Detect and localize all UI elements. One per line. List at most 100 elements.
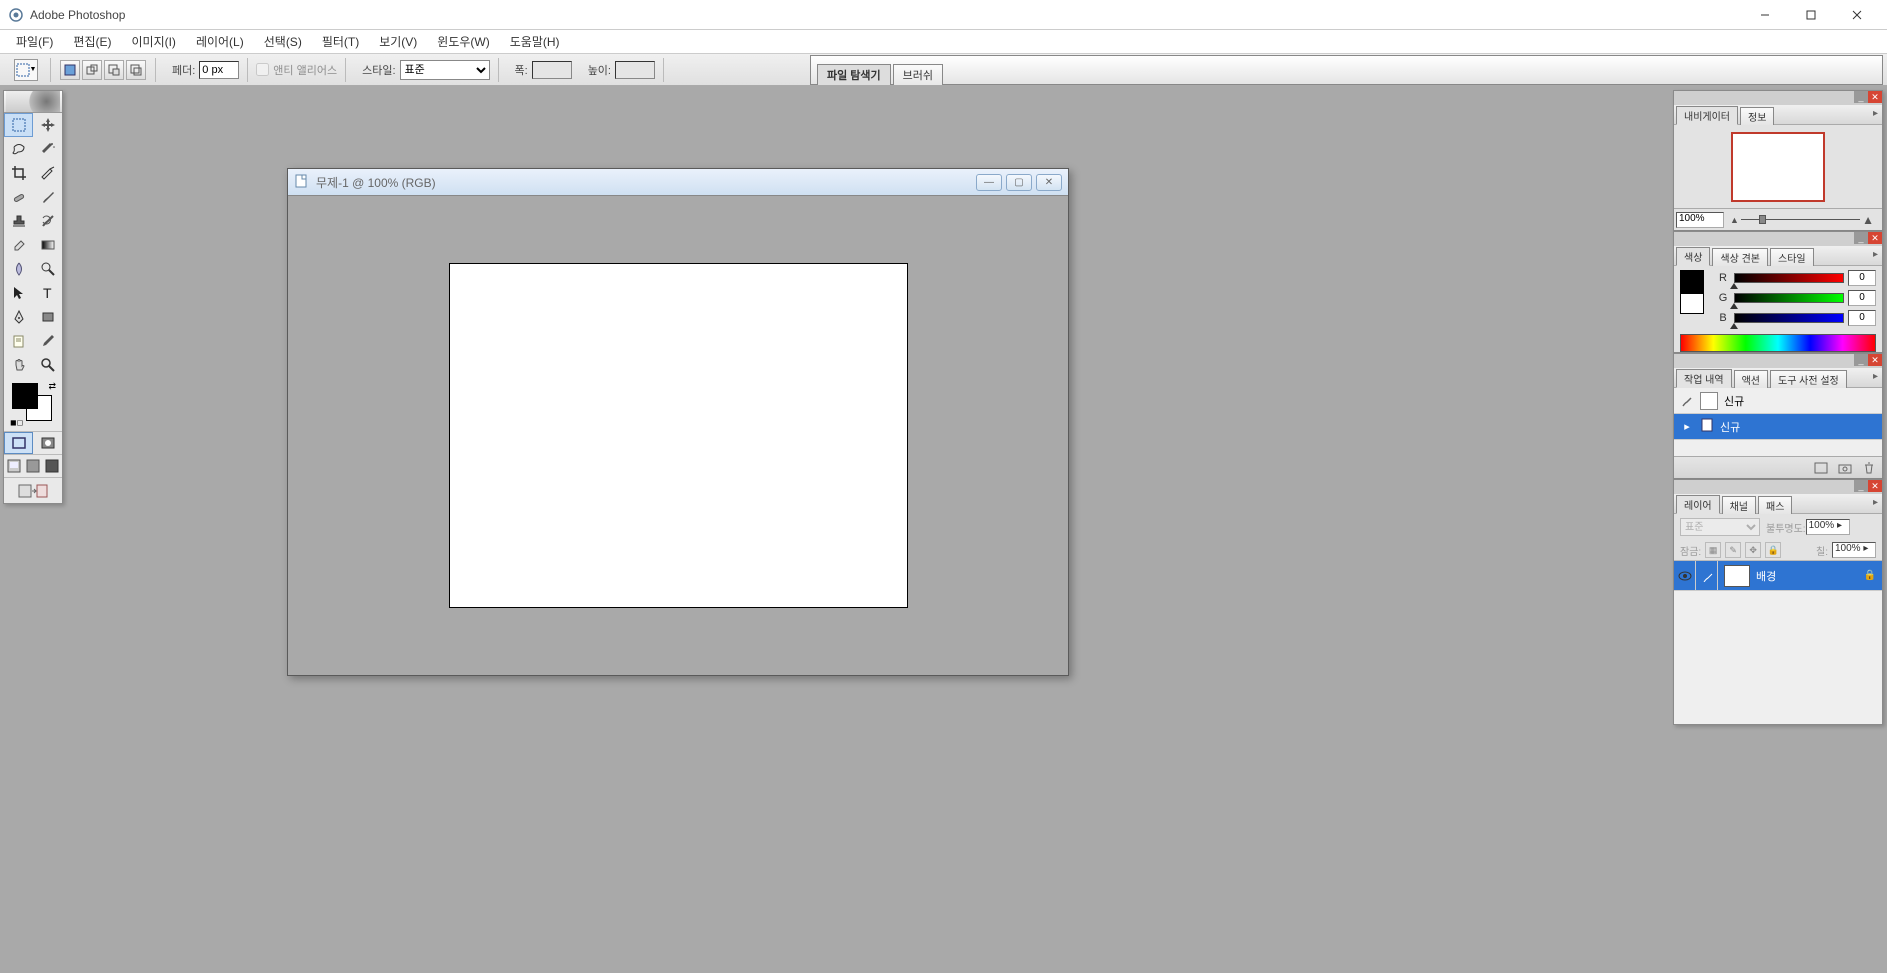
tool-gradient[interactable] bbox=[33, 233, 62, 257]
tool-eyedropper[interactable] bbox=[33, 329, 62, 353]
menu-edit[interactable]: 편집(E) bbox=[63, 31, 121, 52]
tool-brush[interactable] bbox=[33, 185, 62, 209]
tool-wand[interactable] bbox=[33, 137, 62, 161]
color-minimize-icon[interactable]: _ bbox=[1854, 232, 1868, 244]
r-value[interactable]: 0 bbox=[1848, 270, 1876, 286]
navigator-preview[interactable] bbox=[1674, 125, 1882, 208]
layer-visibility-icon[interactable] bbox=[1674, 561, 1696, 590]
tab-layers[interactable]: 레이어 bbox=[1676, 495, 1720, 514]
tab-channels[interactable]: 채널 bbox=[1722, 496, 1756, 514]
document-titlebar[interactable]: 무제-1 @ 100% (RGB) — ▢ ✕ bbox=[288, 169, 1068, 196]
tool-crop[interactable] bbox=[4, 161, 33, 185]
tab-color[interactable]: 색상 bbox=[1676, 247, 1710, 266]
zoom-in-icon[interactable]: ▲ bbox=[1862, 213, 1874, 227]
close-button[interactable] bbox=[1843, 5, 1871, 25]
tab-navigator[interactable]: 내비게이터 bbox=[1676, 106, 1738, 125]
doc-minimize-button[interactable]: — bbox=[976, 174, 1002, 191]
tool-path-select[interactable] bbox=[4, 281, 33, 305]
screen-full-menubar[interactable] bbox=[23, 455, 42, 477]
swap-colors-icon[interactable]: ⇄ bbox=[48, 381, 56, 392]
tool-shape[interactable] bbox=[33, 305, 62, 329]
layers-minimize-icon[interactable]: _ bbox=[1854, 480, 1868, 492]
tool-eraser[interactable] bbox=[4, 233, 33, 257]
r-slider[interactable] bbox=[1734, 273, 1844, 283]
tool-zoom[interactable] bbox=[33, 353, 62, 377]
fill-value[interactable]: 100% ▸ bbox=[1832, 542, 1876, 558]
menu-filter[interactable]: 필터(T) bbox=[312, 31, 369, 52]
tab-history[interactable]: 작업 내역 bbox=[1676, 369, 1732, 388]
menu-view[interactable]: 보기(V) bbox=[369, 31, 427, 52]
history-snapshot[interactable]: 신규 bbox=[1674, 388, 1882, 414]
lock-move-icon[interactable]: ✥ bbox=[1745, 542, 1761, 558]
current-tool-icon[interactable]: ▼ bbox=[14, 59, 38, 81]
mode-standard[interactable] bbox=[4, 432, 33, 454]
g-slider[interactable] bbox=[1734, 293, 1844, 303]
color-menu-icon[interactable]: ▸ bbox=[1873, 249, 1878, 260]
tool-hand[interactable] bbox=[4, 353, 33, 377]
selection-new-button[interactable] bbox=[60, 60, 80, 80]
feather-input[interactable] bbox=[199, 61, 239, 79]
tab-swatches[interactable]: 색상 견본 bbox=[1712, 248, 1768, 266]
history-close-icon[interactable]: ✕ bbox=[1868, 354, 1882, 366]
tool-dodge[interactable] bbox=[33, 257, 62, 281]
selection-add-button[interactable] bbox=[82, 60, 102, 80]
b-value[interactable]: 0 bbox=[1848, 310, 1876, 326]
tool-type[interactable]: T bbox=[33, 281, 62, 305]
history-step-marker-icon[interactable]: ▸ bbox=[1678, 418, 1696, 436]
opacity-value[interactable]: 100% ▸ bbox=[1806, 519, 1850, 535]
zoom-value[interactable]: 100% bbox=[1676, 212, 1724, 228]
menu-help[interactable]: 도움말(H) bbox=[500, 31, 570, 52]
lock-paint-icon[interactable]: ✎ bbox=[1725, 542, 1741, 558]
tool-blur[interactable] bbox=[4, 257, 33, 281]
style-select[interactable]: 표준 bbox=[400, 60, 490, 80]
zoom-slider[interactable]: ▲ ▲ bbox=[1730, 217, 1874, 223]
minimize-button[interactable] bbox=[1751, 5, 1779, 25]
history-minimize-icon[interactable]: _ bbox=[1854, 354, 1868, 366]
menu-image[interactable]: 이미지(I) bbox=[121, 31, 185, 52]
canvas[interactable] bbox=[449, 263, 908, 608]
tool-marquee[interactable] bbox=[4, 113, 33, 137]
dock-tab-file-browser[interactable]: 파일 탐색기 bbox=[817, 64, 891, 85]
layer-link-icon[interactable] bbox=[1696, 561, 1718, 590]
layers-close-icon[interactable]: ✕ bbox=[1868, 480, 1882, 492]
foreground-color[interactable] bbox=[12, 383, 38, 409]
navigator-minimize-icon[interactable]: _ bbox=[1854, 91, 1868, 103]
tab-styles[interactable]: 스타일 bbox=[1770, 248, 1814, 266]
layers-menu-icon[interactable]: ▸ bbox=[1873, 497, 1878, 508]
tool-history-brush[interactable] bbox=[33, 209, 62, 233]
menu-file[interactable]: 파일(F) bbox=[6, 31, 63, 52]
menu-layer[interactable]: 레이어(L) bbox=[186, 31, 254, 52]
tab-paths[interactable]: 패스 bbox=[1758, 496, 1792, 514]
navigator-close-icon[interactable]: ✕ bbox=[1868, 91, 1882, 103]
history-delete-icon[interactable] bbox=[1860, 460, 1878, 476]
lock-transparency-icon[interactable]: ▦ bbox=[1705, 542, 1721, 558]
color-ramp[interactable] bbox=[1680, 334, 1876, 352]
tab-info[interactable]: 정보 bbox=[1740, 107, 1774, 125]
tool-stamp[interactable] bbox=[4, 209, 33, 233]
history-new-doc-icon[interactable] bbox=[1812, 460, 1830, 476]
canvas-area[interactable] bbox=[288, 196, 1068, 675]
tool-slice[interactable] bbox=[33, 161, 62, 185]
history-menu-icon[interactable]: ▸ bbox=[1873, 371, 1878, 382]
layer-item-background[interactable]: 배경 🔒 bbox=[1674, 561, 1882, 591]
history-step[interactable]: ▸ 신규 bbox=[1674, 414, 1882, 440]
jump-to-imageready[interactable] bbox=[4, 477, 62, 503]
color-foreground-swatch[interactable] bbox=[1680, 270, 1704, 294]
lock-all-icon[interactable]: 🔒 bbox=[1765, 542, 1781, 558]
doc-maximize-button[interactable]: ▢ bbox=[1006, 174, 1032, 191]
g-value[interactable]: 0 bbox=[1848, 290, 1876, 306]
tab-actions[interactable]: 액션 bbox=[1734, 370, 1768, 388]
history-snapshot-icon[interactable] bbox=[1836, 460, 1854, 476]
selection-intersect-button[interactable] bbox=[126, 60, 146, 80]
default-colors-icon[interactable]: ◼◻ bbox=[10, 418, 23, 427]
navigator-menu-icon[interactable]: ▸ bbox=[1873, 108, 1878, 119]
tool-pen[interactable] bbox=[4, 305, 33, 329]
menu-window[interactable]: 윈도우(W) bbox=[427, 31, 499, 52]
tool-healing[interactable] bbox=[4, 185, 33, 209]
b-slider[interactable] bbox=[1734, 313, 1844, 323]
tool-lasso[interactable] bbox=[4, 137, 33, 161]
dock-tab-brushes[interactable]: 브러쉬 bbox=[893, 64, 943, 85]
zoom-out-icon[interactable]: ▲ bbox=[1730, 215, 1739, 225]
selection-subtract-button[interactable] bbox=[104, 60, 124, 80]
blend-mode-select[interactable]: 표준 bbox=[1680, 518, 1760, 536]
